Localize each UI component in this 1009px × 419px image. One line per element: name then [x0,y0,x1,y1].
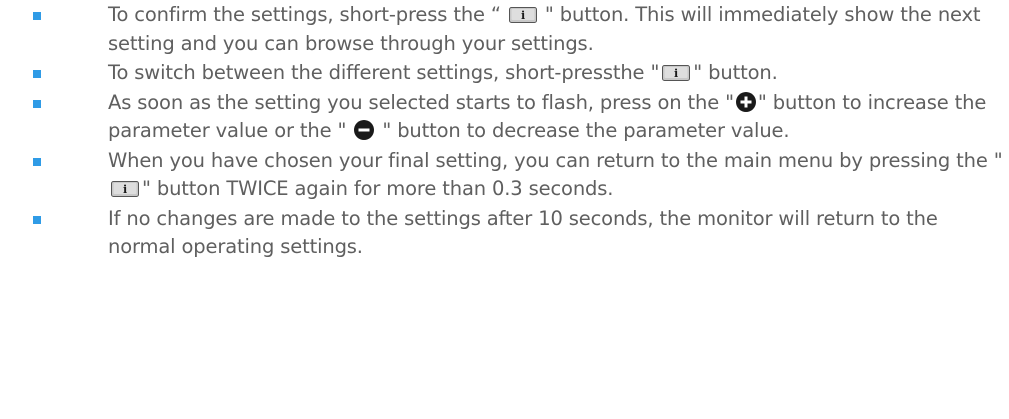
bullet-icon [33,70,41,78]
item-text: " button. [693,61,778,84]
svg-text:i: i [123,183,127,196]
svg-text:i: i [521,9,525,22]
list-item: When you have chosen your final setting,… [0,147,1009,204]
item-text: " button to decrease the parameter value… [382,119,790,142]
list-item: If no changes are made to the settings a… [0,205,1009,262]
item-text: As soon as the setting you selected star… [108,90,734,114]
svg-text:i: i [674,67,678,80]
list-item: To confirm the settings, short-press the… [0,1,1009,58]
bullet-icon [33,12,41,20]
item-text: " button TWICE again for more than 0.3 s… [142,177,614,200]
list-item: As soon as the setting you selected star… [0,89,1009,146]
plus-circle-icon [735,91,756,112]
item-text: To confirm the settings, short-press the… [108,3,501,26]
bullet-icon [33,99,41,108]
minus-circle-icon [354,120,375,140]
bullet-icon [33,215,41,224]
bullet-icon [33,157,41,166]
item-text: If no changes are made to the settings a… [108,206,938,259]
info-key-icon: i [508,7,537,23]
list-item: To switch between the different settings… [0,59,1009,88]
item-text: To switch between the different settings… [108,61,660,84]
item-text: When you have chosen your final setting,… [108,148,1003,172]
info-key-icon: i [662,65,691,81]
info-key-icon: i [111,181,139,197]
instruction-list: To confirm the settings, short-press the… [0,0,1009,419]
